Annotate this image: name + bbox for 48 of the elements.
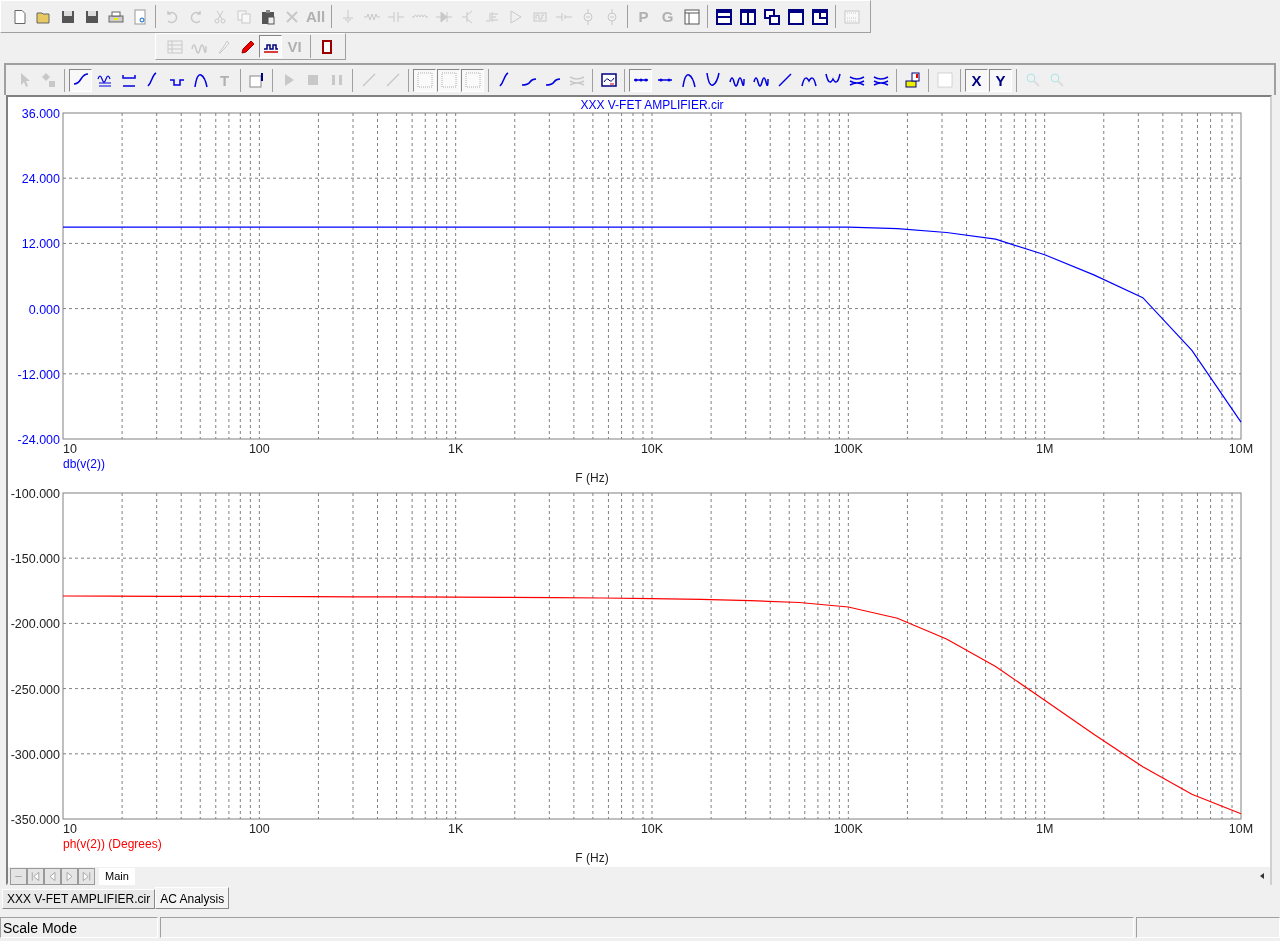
axis-tick-label: 10K [640, 442, 664, 456]
axis-tick-label: 1K [448, 822, 464, 836]
axis-tick-label: 10 [63, 822, 77, 836]
axis-tick-label: 12.000 [21, 237, 60, 252]
axis-tick-label: 10K [640, 822, 664, 836]
axis-tick-label: 100 [248, 822, 270, 836]
axis-title: F (Hz) [575, 471, 609, 485]
axis-tick-label: 100K [833, 822, 863, 836]
axis-tick-label: -200.000 [10, 617, 60, 632]
grid-icon[interactable] [413, 68, 436, 92]
axis-tick-label: 100 [248, 442, 270, 456]
axis-title: F (Hz) [575, 851, 609, 865]
axis-tick-label: 1M [1036, 822, 1054, 836]
axis-tick-label: 36.000 [21, 107, 60, 121]
axis-tick-label: 10M [1228, 442, 1254, 456]
scroll-arrow-icon[interactable] [1258, 872, 1266, 880]
previous-icon[interactable] [44, 867, 61, 885]
axis-tick-label: 10M [1228, 822, 1254, 836]
page-tab[interactable]: Main [99, 867, 135, 885]
axis-tick-label: 24.000 [21, 172, 60, 187]
toolbar-button[interactable]: X [965, 68, 988, 92]
grid-icon[interactable] [461, 68, 484, 92]
toolbar-button[interactable]: Y [989, 68, 1012, 92]
trace-label[interactable]: ph(v(2)) (Degrees) [63, 837, 162, 851]
axis-tick-label: 1K [448, 442, 464, 456]
waveform-icon[interactable] [259, 35, 282, 58]
axis-tick-label: 100K [833, 442, 863, 456]
axis-tick-label: -100.000 [10, 487, 60, 501]
last-page-icon[interactable] [78, 867, 95, 885]
grid-icon[interactable] [437, 68, 460, 92]
axis-tick-label: 1M [1036, 442, 1054, 456]
axis-tick-label: -12.000 [17, 367, 60, 382]
status-text: Scale Mode [0, 917, 158, 938]
axis-tick-label: -350.000 [10, 813, 60, 827]
document-tab[interactable]: AC Analysis [155, 887, 230, 909]
axis-tick-label: 10 [63, 442, 77, 456]
trace-label[interactable]: db(v(2)) [63, 457, 105, 471]
axis-tick-label: 0.000 [28, 302, 60, 317]
minus-icon[interactable] [10, 867, 27, 885]
next-icon[interactable] [61, 867, 78, 885]
chart-title: XXX V-FET AMPLIFIER.cir [580, 98, 724, 112]
first-page-icon[interactable] [27, 867, 44, 885]
curve-icon[interactable] [69, 68, 92, 92]
axis-tick-label: -24.000 [17, 433, 60, 447]
document-tab[interactable]: XXX V-FET AMPLIFIER.cir [2, 889, 156, 909]
axis-tick-label: -300.000 [10, 747, 60, 762]
axis-tick-label: -150.000 [10, 552, 60, 567]
axis-tick-label: -250.000 [10, 682, 60, 697]
